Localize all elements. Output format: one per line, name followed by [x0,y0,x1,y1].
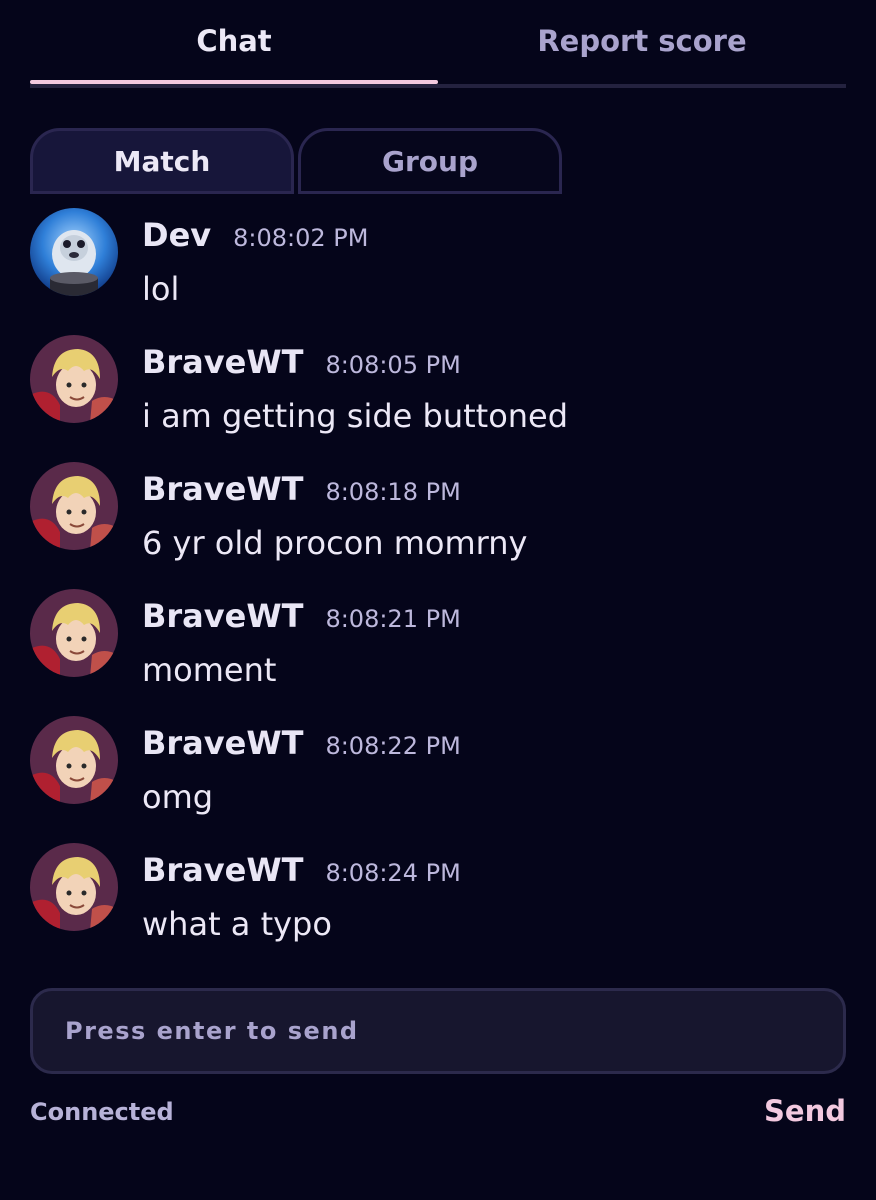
message-timestamp: 8:08:02 PM [233,224,369,252]
message-username[interactable]: BraveWT [142,597,303,635]
bravewt-avatar[interactable] [30,589,118,677]
tab-track [30,84,846,88]
message-text: omg [142,778,214,816]
dev-avatar[interactable] [30,208,118,296]
message-input[interactable]: Press enter to send [30,988,846,1074]
message-username[interactable]: BraveWT [142,724,303,762]
active-tab-indicator [30,80,438,84]
tab-report-score[interactable]: Report score [438,0,846,88]
message-list: Dev 8:08:02 PM lol BraveWT 8:08:05 PM i … [30,208,846,970]
message-input-placeholder: Press enter to send [65,1017,359,1045]
message-username[interactable]: Dev [142,216,211,254]
message-timestamp: 8:08:22 PM [325,732,461,760]
bravewt-avatar[interactable] [30,462,118,550]
chat-message: Dev 8:08:02 PM lol [30,208,846,335]
bravewt-avatar[interactable] [30,335,118,423]
message-username[interactable]: BraveWT [142,470,303,508]
message-timestamp: 8:08:05 PM [325,351,461,379]
message-username[interactable]: BraveWT [142,851,303,889]
message-timestamp: 8:08:21 PM [325,605,461,633]
chat-message: BraveWT 8:08:05 PM i am getting side but… [30,335,846,462]
chat-message: BraveWT 8:08:24 PM what a typo [30,843,846,970]
bravewt-avatar[interactable] [30,843,118,931]
send-button[interactable]: Send [764,1094,846,1128]
message-text: i am getting side buttoned [142,397,569,435]
message-timestamp: 8:08:24 PM [325,859,461,887]
message-text: 6 yr old procon momrny [142,524,528,562]
chat-message: BraveWT 8:08:21 PM moment [30,589,846,716]
tab-chat[interactable]: Chat [30,0,438,88]
top-tab-bar: Chat Report score [30,0,846,88]
message-text: what a typo [142,905,332,943]
chat-message: BraveWT 8:08:18 PM 6 yr old procon momrn… [30,462,846,589]
message-timestamp: 8:08:18 PM [325,478,461,506]
subtab-group[interactable]: Group [298,128,562,194]
subtab-match[interactable]: Match [30,128,294,194]
connection-status: Connected [30,1098,174,1126]
chat-scope-tabs: Match Group [30,128,570,194]
message-text: moment [142,651,277,689]
chat-message: BraveWT 8:08:22 PM omg [30,716,846,843]
bravewt-avatar[interactable] [30,716,118,804]
message-text: lol [142,270,180,308]
message-username[interactable]: BraveWT [142,343,303,381]
